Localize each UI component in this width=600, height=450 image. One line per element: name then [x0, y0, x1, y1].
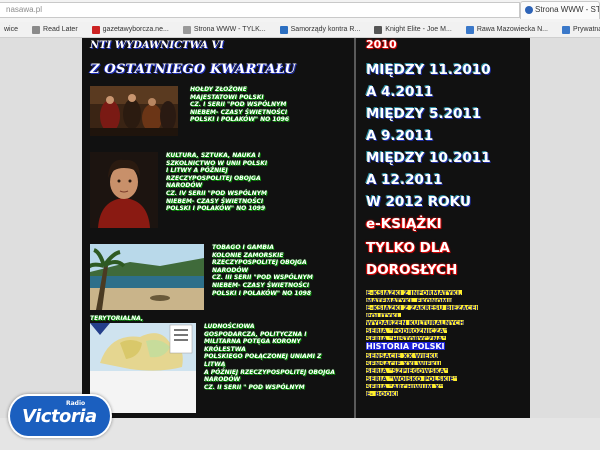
- item-text-line: POLSKI I POLAKÓW" No 1096: [190, 116, 290, 124]
- item-text-line: POLSKI I POLAKÓW" No 1098: [212, 289, 312, 297]
- bookmark-item[interactable]: Strona WWW - TYLK...: [179, 23, 270, 37]
- category-link[interactable]: HISTORIA POLSKI: [366, 340, 486, 351]
- date-range-line: MIĘDZY 10.2011: [366, 150, 491, 166]
- category-link[interactable]: SENSACJE XXI WIEKU: [366, 358, 486, 366]
- item-text-line: POLSKI I POLAKÓW" No 1099: [166, 205, 266, 213]
- bookmark-label: wice: [4, 26, 19, 33]
- category-label: HISTORIA POLSKI: [366, 342, 445, 351]
- bookmark-label: gazetawyborcza.ne...: [102, 26, 169, 33]
- painting-homage-image[interactable]: [90, 86, 178, 136]
- date-range-line: A 12.2011: [366, 172, 443, 188]
- bookmark-item[interactable]: Read Later: [28, 23, 82, 37]
- top-heading: NTI WYDAWNICTWA VI: [90, 40, 224, 51]
- item-text-line: NIEBEM- CZASY ŚWIETNOŚCI: [212, 281, 310, 289]
- page-icon: [465, 25, 474, 34]
- address-bar[interactable]: nasawa.pl: [0, 2, 520, 18]
- date-range-line: MIĘDZY 5.2011: [366, 106, 482, 122]
- category-link[interactable]: POLITYKI,: [366, 310, 486, 318]
- item-text-line: I LITWY A PÓŹNIEJ: [166, 167, 228, 175]
- category-label: e-KSIĄŻKI Z INFORMATYKI,: [366, 290, 462, 295]
- bookmark-label: Knight Elite - Joe M...: [385, 26, 452, 33]
- item-text-line: TOBAGO I GAMBIA: [212, 244, 274, 251]
- item-text-1[interactable]: HOŁDY ZŁOŻONE MAJESTATOWI POLSKI CZ. I SER…: [190, 86, 289, 124]
- date-range-line: A 9.2011: [366, 128, 434, 144]
- item-text-line: CZ. II SERII " POD WSPÓLNYM: [204, 383, 305, 391]
- category-link[interactable]: e-KSIĄŻKI Z INFORMATYKI,: [366, 287, 486, 295]
- bookmark-label: Prywatna kamienica...: [573, 26, 600, 33]
- date-range-line: MIĘDZY 11.2010: [366, 62, 491, 78]
- bookmark-item[interactable]: wice: [0, 23, 22, 37]
- map-caption: TERYTORIALNA,: [90, 315, 144, 322]
- item-text-3[interactable]: TOBAGO I GAMBIA KOLONIE ZAMORSKIE RZECZYPO…: [212, 244, 313, 297]
- portrait-image[interactable]: [90, 152, 158, 228]
- globe-icon: [182, 25, 191, 34]
- document-icon: [32, 25, 41, 34]
- beach-image[interactable]: [90, 244, 204, 310]
- category-link[interactable]: SERIA "ARCHIWUM X": [366, 381, 486, 389]
- page-icon: [562, 25, 571, 34]
- item-text-line: MILITARNA POTĘGA KORONY: [204, 338, 301, 346]
- date-range-line: A 4.2011: [366, 84, 434, 100]
- item-text-line: LUDNOŚCIOWA: [204, 323, 255, 330]
- item-text-line: CZ. IV SERII "POD WSPÓLNYM: [166, 189, 267, 197]
- bookmark-label: Read Later: [43, 26, 78, 33]
- partial-year: 2010: [366, 38, 397, 51]
- bookmark-label: Rawa Mazowiecka N...: [476, 26, 549, 33]
- item-text-line: CZ. I SERII "POD WSPÓLNYM: [190, 101, 287, 109]
- adult-ebooks-line: e-KSIĄŻKI: [366, 216, 442, 232]
- item-text-2[interactable]: KULTURA, SZTUKA, NAUKA I SZKOLNICTWO W UN…: [166, 152, 267, 213]
- item-text-line: NARODÓW: [166, 182, 203, 190]
- item-text-line: HOŁDY ZŁOŻONE: [190, 86, 247, 93]
- category-label: e- BOOKI: [366, 391, 398, 396]
- date-range-line: W 2012 ROKU: [366, 194, 471, 210]
- adult-ebooks-line: TYLKO DLA: [366, 240, 450, 256]
- category-link[interactable]: SERIA "HISTORYCZNA": [366, 333, 486, 341]
- page-icon: [279, 25, 288, 34]
- category-link[interactable]: e-KSIĄŻKI Z ZAKRESU BIEŻĄCEJ: [366, 302, 486, 310]
- category-link[interactable]: WYDARZEŃ KULTURALNYCH: [366, 317, 486, 325]
- item-text-line: CZ. III SERII "POD WSPÓLNYM: [212, 274, 313, 282]
- browser-top-bar: nasawa.pl Strona WWW - STRO: [0, 0, 600, 22]
- browser-tab[interactable]: Strona WWW - STRO: [520, 1, 600, 19]
- category-link[interactable]: SENSACJE XX WIEKU: [366, 350, 486, 358]
- bookmark-label: Strona WWW - TYLK...: [193, 26, 266, 33]
- category-link[interactable]: MATEMATYKI, EKONOMII: [366, 295, 486, 303]
- item-text-line: POLSKIEGO POŁĄCZONEJ UNIAMI Z: [204, 353, 322, 361]
- item-text-line: NARODÓW: [204, 376, 241, 384]
- bookmark-item[interactable]: Knight Elite - Joe M...: [370, 23, 456, 37]
- bookmark-item[interactable]: Prywatna kamienica...: [558, 23, 600, 37]
- category-list: e-KSIĄŻKI Z INFORMATYKI, MATEMATYKI, EKON…: [366, 287, 486, 396]
- newspaper-icon: [91, 25, 100, 34]
- radio-victoria-logo: Radio Victoria: [8, 392, 112, 442]
- item-text-line: KULTURA, SZTUKA, NAUKA I: [166, 152, 261, 159]
- bookmark-label: Samorządy kontra R...: [290, 26, 361, 33]
- globe-icon: [525, 6, 533, 14]
- bookmark-item[interactable]: Rawa Mazowiecka N...: [462, 23, 552, 37]
- bookmark-item[interactable]: gazetawyborcza.ne...: [88, 23, 173, 37]
- item-text-4[interactable]: LUDNOŚCIOWA GOSPODARCZA, POLITYCZNA I MILI…: [204, 323, 335, 391]
- column-divider: [354, 38, 356, 418]
- category-link[interactable]: e- BOOKI: [366, 388, 486, 396]
- category-label: SERIA "WOJSKO POLSKIE": [366, 375, 458, 381]
- category-link[interactable]: SERIA "PODRÓŻNICZA": [366, 325, 486, 333]
- bookmark-item[interactable]: Samorządy kontra R...: [276, 23, 365, 37]
- item-text-line: RZECZYPOSPOLITEJ OBOJGA: [212, 259, 307, 267]
- page-icon: [374, 25, 383, 34]
- section-heading: Z OSTATNIEGO KWARTAŁU: [90, 62, 296, 77]
- category-link[interactable]: SERIA "WOJSKO POLSKIE": [366, 373, 486, 381]
- tab-title: Strona WWW - STRO: [535, 5, 600, 14]
- bookmarks-bar: wice Read Later gazetawyborcza.ne... Strona…: [0, 22, 600, 38]
- category-link[interactable]: SERIA "SZPIEGOWSKA": [366, 365, 486, 373]
- category-label: SERIA "PODRÓŻNICZA": [366, 327, 448, 333]
- logo-name: Victoria: [22, 406, 97, 427]
- item-text-line: LITWĄ: [204, 360, 226, 368]
- adult-ebooks-line: DOROSŁYCH: [366, 262, 458, 278]
